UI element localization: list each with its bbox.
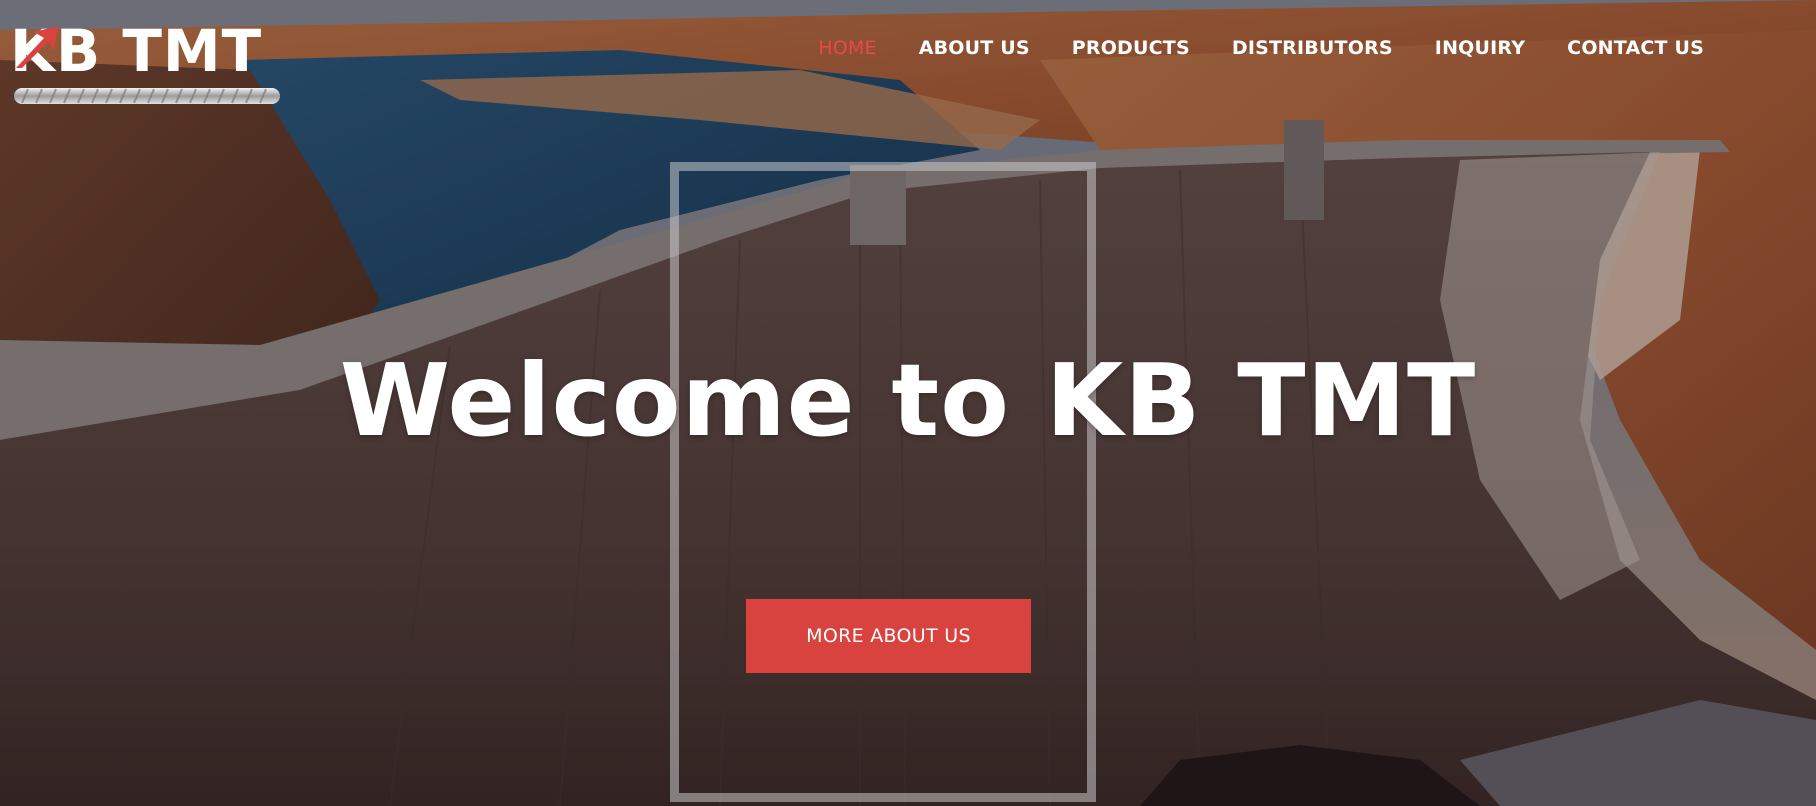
- nav-distributors[interactable]: DISTRIBUTORS: [1232, 36, 1393, 60]
- nav-contact-us[interactable]: CONTACT US: [1567, 36, 1704, 60]
- nav-products[interactable]: PRODUCTS: [1072, 36, 1190, 60]
- nav-home[interactable]: HOME: [818, 36, 876, 60]
- main-nav: HOME ABOUT US PRODUCTS DISTRIBUTORS INQU…: [776, 36, 1704, 60]
- red-arrow-logo-icon: [16, 26, 58, 68]
- hero-headline: Welcome to KB TMT: [339, 342, 1477, 459]
- nav-inquiry[interactable]: INQUIRY: [1435, 36, 1525, 60]
- more-about-us-button[interactable]: MORE ABOUT US: [746, 599, 1031, 673]
- tmt-bar-graphic: [14, 88, 280, 104]
- decorative-frame: [670, 162, 1096, 802]
- brand-logo[interactable]: KB TMT: [10, 18, 282, 108]
- nav-about-us[interactable]: ABOUT US: [919, 36, 1030, 60]
